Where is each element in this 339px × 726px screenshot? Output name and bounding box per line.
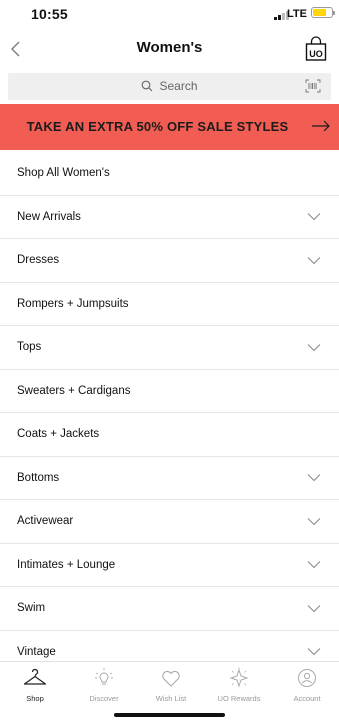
- menu-item-label: Shop All Women's: [17, 167, 110, 180]
- chevron-down-icon: [307, 517, 321, 525]
- menu-item-activewear[interactable]: Activewear: [0, 500, 339, 544]
- search-icon: [142, 80, 153, 92]
- menu-item-label: Activewear: [17, 515, 74, 528]
- page-title: Women's: [136, 39, 203, 56]
- chevron-down-icon: [307, 561, 321, 569]
- chevron-down-icon: [307, 604, 321, 612]
- arrow-right-icon: [311, 119, 331, 138]
- menu-item-dresses[interactable]: Dresses: [0, 239, 339, 283]
- battery-icon: [311, 7, 335, 18]
- hanger-icon: [5, 666, 65, 690]
- menu-item-label: Coats + Jackets: [17, 428, 100, 441]
- tab-label: Account: [293, 694, 321, 703]
- chevron-down-icon: [307, 343, 321, 351]
- chevron-down-icon: [307, 256, 321, 264]
- status-time: 10:55: [31, 6, 68, 22]
- home-indicator: [114, 713, 225, 717]
- barcode-scan-icon[interactable]: [305, 79, 321, 98]
- menu-item-shop-all-womens[interactable]: Shop All Women's: [0, 152, 339, 196]
- tab-wish-list[interactable]: Wish List: [141, 666, 201, 703]
- tab-label: UO Rewards: [217, 694, 261, 703]
- menu-item-label: Vintage: [17, 645, 56, 658]
- menu-item-label: Bottoms: [17, 471, 60, 484]
- menu-item-sweaters-cardigans[interactable]: Sweaters + Cardigans: [0, 370, 339, 413]
- menu-item-intimates-lounge[interactable]: Intimates + Lounge: [0, 544, 339, 587]
- menu-item-label: Rompers + Jumpsuits: [17, 297, 129, 310]
- tab-label: Wish List: [155, 694, 187, 703]
- tab-label: Shop: [26, 694, 44, 703]
- menu-item-tops[interactable]: Tops: [0, 326, 339, 370]
- chevron-down-icon: [307, 474, 321, 482]
- menu-item-rompers-jumpsuits[interactable]: Rompers + Jumpsuits: [0, 283, 339, 326]
- sparkle-icon: [209, 666, 269, 690]
- menu-item-bottoms[interactable]: Bottoms: [0, 457, 339, 500]
- menu-item-label: Tops: [17, 341, 42, 354]
- category-menu: Shop All Women's New Arrivals Dresses Ro…: [0, 152, 339, 674]
- tab-shop[interactable]: Shop: [5, 666, 65, 703]
- heart-icon: [141, 666, 201, 690]
- menu-item-label: Swim: [17, 602, 46, 615]
- tab-uo-rewards[interactable]: UO Rewards: [209, 666, 269, 703]
- menu-item-label: Sweaters + Cardigans: [17, 384, 131, 397]
- tab-discover[interactable]: Discover: [74, 666, 134, 703]
- tab-account[interactable]: Account: [277, 666, 337, 703]
- promo-banner[interactable]: TAKE AN EXTRA 50% OFF SALE STYLES: [0, 104, 339, 150]
- menu-item-swim[interactable]: Swim: [0, 587, 339, 631]
- menu-item-label: New Arrivals: [17, 210, 81, 223]
- account-icon: [277, 666, 337, 690]
- lightbulb-icon: [74, 666, 134, 690]
- nav-bar: Women's UO: [0, 30, 339, 68]
- status-bar: 10:55 LTE: [0, 0, 339, 30]
- menu-item-coats-jackets[interactable]: Coats + Jackets: [0, 413, 339, 457]
- shopping-bag-icon[interactable]: UO: [303, 35, 329, 63]
- bag-label: UO: [309, 49, 323, 59]
- chevron-down-icon: [307, 648, 321, 656]
- tab-label: Discover: [89, 694, 119, 703]
- chevron-down-icon: [307, 213, 321, 221]
- search-label: Search: [159, 79, 198, 93]
- menu-item-label: Intimates + Lounge: [17, 558, 116, 571]
- menu-item-new-arrivals[interactable]: New Arrivals: [0, 196, 339, 239]
- menu-item-label: Dresses: [17, 254, 60, 267]
- promo-banner-text: TAKE AN EXTRA 50% OFF SALE STYLES: [26, 119, 289, 134]
- search-bar[interactable]: Search: [8, 73, 331, 100]
- network-label: LTE: [287, 8, 307, 20]
